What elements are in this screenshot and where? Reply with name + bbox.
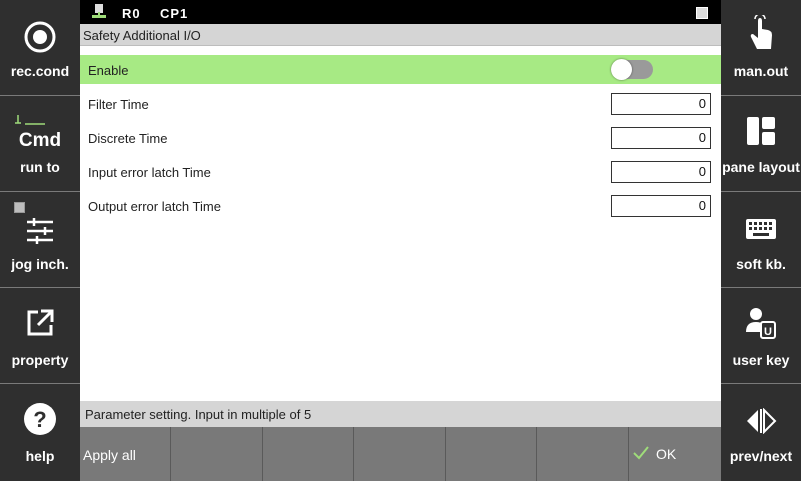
svg-text:?: ? [33, 407, 46, 432]
apply-all-button[interactable]: Apply all [80, 427, 171, 481]
softkey-bar: Apply all OK [80, 427, 721, 481]
touch-hand-icon [721, 15, 801, 50]
discrete-time-row: Discrete Time 0 [80, 123, 721, 153]
ok-button[interactable]: OK [629, 427, 721, 481]
step-indicator-icon [14, 112, 48, 130]
svg-text:U: U [764, 326, 772, 338]
filter-time-input[interactable]: 0 [611, 93, 711, 115]
enable-toggle[interactable] [611, 59, 653, 80]
external-link-icon [0, 306, 80, 340]
discrete-time-input[interactable]: 0 [611, 127, 711, 149]
filter-time-label: Filter Time [88, 97, 149, 112]
property-button[interactable]: property [0, 288, 80, 383]
input-error-latch-row: Input error latch Time 0 [80, 157, 721, 187]
keyboard-icon [721, 212, 801, 246]
property-label: property [11, 352, 69, 368]
pane-layout-label: pane layout [722, 159, 800, 175]
input-error-latch-input[interactable]: 0 [611, 161, 711, 183]
user-key-button[interactable]: U user key [721, 288, 801, 383]
sliders-icon [0, 214, 80, 248]
settings-panel: Enable Filter Time 0 Discrete Time 0 Inp… [80, 46, 721, 401]
man-out-label: man.out [733, 63, 789, 79]
ok-label: OK [656, 446, 677, 462]
right-panel: man.out pane layout soft kb. U user key … [721, 0, 801, 481]
apply-all-label: Apply all [83, 447, 136, 463]
softkey-empty[interactable] [537, 427, 629, 481]
help-label: help [25, 448, 55, 464]
filter-time-row: Filter Time 0 [80, 89, 721, 119]
prev-next-label: prev/next [729, 448, 793, 464]
enable-row[interactable]: Enable [80, 55, 721, 84]
record-icon [0, 20, 80, 54]
robot-status-icon [92, 4, 106, 25]
softkey-empty[interactable] [446, 427, 537, 481]
toggle-knob [611, 59, 632, 80]
cp-id: CP1 [160, 6, 189, 21]
man-out-button[interactable]: man.out [721, 0, 801, 95]
run-to-label: run to [20, 159, 60, 175]
discrete-time-label: Discrete Time [88, 131, 168, 146]
layout-icon [721, 114, 801, 148]
rec-cond-button[interactable]: rec.cond [0, 0, 80, 95]
soft-kb-button[interactable]: soft kb. [721, 192, 801, 287]
enable-label: Enable [88, 63, 129, 78]
left-panel: rec.cond Cmd run to jog inch. property ?… [0, 0, 80, 481]
help-icon: ? [0, 402, 80, 436]
jog-inch-button[interactable]: jog inch. [0, 192, 80, 287]
prev-next-icon [721, 404, 801, 438]
output-error-latch-label: Output error latch Time [88, 199, 221, 214]
rec-cond-label: rec.cond [10, 63, 70, 79]
output-error-latch-input[interactable]: 0 [611, 195, 711, 217]
prev-next-button[interactable]: prev/next [721, 384, 801, 479]
softkey-empty[interactable] [354, 427, 446, 481]
page-title-bar: Safety Additional I/O [80, 24, 721, 46]
battery-icon [696, 7, 708, 19]
help-message-bar: Parameter setting. Input in multiple of … [80, 401, 721, 427]
check-icon [633, 446, 649, 463]
jog-inch-label: jog inch. [11, 256, 69, 272]
page-title: Safety Additional I/O [83, 28, 201, 43]
run-to-button[interactable]: Cmd run to [0, 96, 80, 191]
help-button[interactable]: ? help [0, 384, 80, 479]
checkbox-icon [14, 202, 25, 213]
user-key-icon: U [721, 306, 801, 340]
pane-layout-button[interactable]: pane layout [721, 96, 801, 191]
softkey-empty[interactable] [263, 427, 354, 481]
input-error-latch-label: Input error latch Time [88, 165, 211, 180]
cmd-label: Cmd [18, 130, 62, 151]
output-error-latch-row: Output error latch Time 0 [80, 191, 721, 221]
soft-kb-label: soft kb. [736, 256, 786, 272]
robot-id: R0 [122, 6, 141, 21]
help-message: Parameter setting. Input in multiple of … [85, 407, 312, 422]
user-key-label: user key [732, 352, 790, 368]
softkey-empty[interactable] [171, 427, 263, 481]
status-bar: R0 CP1 [80, 0, 721, 24]
